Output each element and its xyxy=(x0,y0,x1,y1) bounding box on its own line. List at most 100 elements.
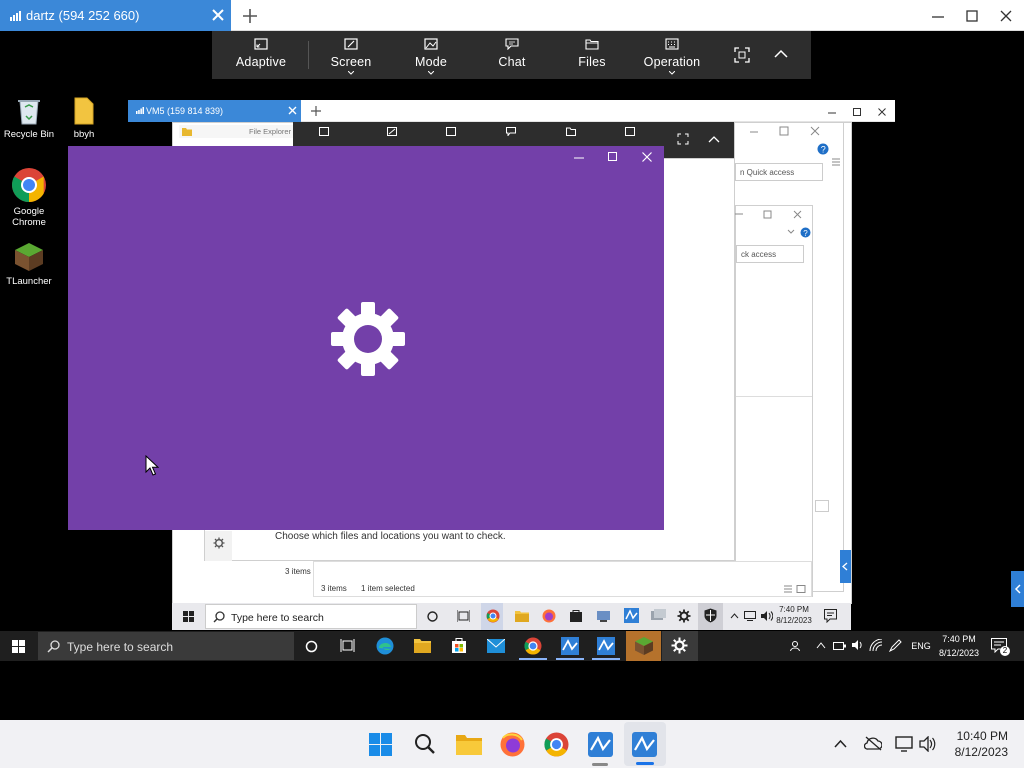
close-icon[interactable] xyxy=(793,210,802,219)
volume-icon[interactable] xyxy=(851,639,864,651)
close-window-icon[interactable] xyxy=(641,151,653,163)
anydesk-icon[interactable] xyxy=(588,732,613,757)
side-panel-handle[interactable] xyxy=(1011,571,1024,607)
close-window-icon[interactable] xyxy=(876,106,888,118)
minimize-icon[interactable] xyxy=(749,127,759,137)
toolbar-chat[interactable]: Chat xyxy=(471,31,553,79)
collapse-toolbar-icon[interactable] xyxy=(708,135,720,143)
toolbar-screen[interactable]: Screen xyxy=(310,31,392,79)
inner-tab-bar: VM5 (159 814 839) xyxy=(128,100,895,122)
chrome-icon[interactable] xyxy=(544,732,569,757)
mail-icon[interactable] xyxy=(487,639,505,653)
menu-icon[interactable] xyxy=(832,158,840,166)
folder-icon xyxy=(182,128,192,136)
tlauncher-icon[interactable] xyxy=(634,636,654,656)
notification-icon[interactable] xyxy=(824,609,837,623)
maximize-icon[interactable] xyxy=(779,126,789,136)
fullscreen-icon[interactable] xyxy=(677,133,689,145)
windows-start-icon[interactable] xyxy=(369,733,392,756)
desktop-icon-tlauncher[interactable]: TLauncher xyxy=(1,241,57,287)
inner-side-handle[interactable] xyxy=(840,550,851,583)
network-icon[interactable] xyxy=(895,736,913,752)
toolbar-operation[interactable]: Operation xyxy=(631,31,713,79)
file-explorer-icon[interactable] xyxy=(515,610,529,622)
chevron-up-icon[interactable] xyxy=(816,642,826,649)
network-icon[interactable] xyxy=(744,611,756,621)
session-tab[interactable]: dartz (594 252 660) xyxy=(0,0,231,31)
settings-icon[interactable] xyxy=(213,537,225,549)
edge-icon[interactable] xyxy=(376,637,394,655)
search-icon[interactable] xyxy=(414,733,436,755)
inner-session-tab[interactable]: VM5 (159 814 839) xyxy=(128,100,301,122)
maximize-icon[interactable] xyxy=(607,151,619,163)
security-shield-icon[interactable] xyxy=(704,608,717,623)
help-icon[interactable]: ? xyxy=(817,143,829,155)
inner-search-box[interactable]: Type here to search xyxy=(205,604,417,629)
volume-icon[interactable] xyxy=(760,610,773,622)
task-view-icon[interactable] xyxy=(457,610,470,622)
anydesk-icon[interactable] xyxy=(597,637,615,655)
windows-window-icon[interactable] xyxy=(651,609,666,622)
store-icon[interactable] xyxy=(451,637,467,654)
battery-icon[interactable] xyxy=(833,641,846,651)
cortana-icon[interactable] xyxy=(427,611,438,622)
cortana-icon[interactable] xyxy=(305,640,318,653)
anydesk-icon[interactable] xyxy=(632,732,657,757)
close-icon[interactable] xyxy=(810,126,820,136)
task-view-icon[interactable] xyxy=(340,639,355,653)
settings-icon[interactable] xyxy=(677,609,691,623)
close-tab-icon[interactable] xyxy=(287,105,298,116)
minimize-icon[interactable] xyxy=(573,152,585,164)
people-icon[interactable] xyxy=(789,640,801,652)
maximize-icon[interactable] xyxy=(962,6,982,26)
minimize-icon[interactable] xyxy=(826,106,838,118)
maximize-icon[interactable] xyxy=(851,106,863,118)
toolbar-files[interactable]: Files xyxy=(551,31,633,79)
store-icon[interactable] xyxy=(569,609,583,623)
help-icon[interactable]: ? xyxy=(800,227,811,238)
network-share-icon[interactable] xyxy=(596,609,611,623)
desktop-icon-google-chrome[interactable]: Google Chrome xyxy=(1,167,57,228)
minimize-icon[interactable] xyxy=(928,6,948,26)
maximize-icon[interactable] xyxy=(763,210,772,219)
new-tab-icon[interactable] xyxy=(310,105,322,117)
chrome-icon xyxy=(12,168,46,202)
cloud-offline-icon[interactable] xyxy=(864,736,882,751)
minimize-icon[interactable] xyxy=(735,210,743,218)
settings-splash-window[interactable] xyxy=(68,146,664,530)
toolbar-mode[interactable]: Mode xyxy=(390,31,472,79)
close-tab-icon[interactable] xyxy=(209,6,227,24)
fullscreen-icon[interactable] xyxy=(734,47,750,63)
chevron-up-icon[interactable] xyxy=(730,613,739,619)
windows-start-icon[interactable] xyxy=(183,611,194,622)
desktop-icon-bbyh[interactable]: bbyh xyxy=(56,96,112,140)
notification-center[interactable]: 2 xyxy=(991,638,1010,656)
explorer-titlebar: File Explorer xyxy=(179,125,293,138)
toolbar-adaptive[interactable]: Adaptive xyxy=(220,31,302,79)
new-tab-icon[interactable] xyxy=(240,6,260,26)
gear-icon xyxy=(331,302,405,376)
view-toggle-icon[interactable] xyxy=(784,585,806,593)
pen-icon[interactable] xyxy=(889,639,902,652)
mid-search-box[interactable]: Type here to search xyxy=(38,632,294,660)
collapse-toolbar-icon[interactable] xyxy=(774,49,788,59)
settings-icon[interactable] xyxy=(671,637,688,654)
language-indicator[interactable]: ENG xyxy=(908,641,934,652)
anydesk-icon[interactable] xyxy=(624,608,639,623)
firefox-icon[interactable] xyxy=(500,732,525,757)
wifi-icon[interactable] xyxy=(869,639,883,652)
volume-icon[interactable] xyxy=(919,736,936,752)
chevron-up-icon[interactable] xyxy=(834,739,847,748)
file-explorer-icon[interactable] xyxy=(414,638,431,653)
file-explorer-icon[interactable] xyxy=(456,734,482,755)
chrome-icon[interactable] xyxy=(486,609,500,623)
screen-icon xyxy=(387,127,397,136)
anydesk-icon[interactable] xyxy=(561,637,579,655)
firefox-icon[interactable] xyxy=(542,609,556,623)
windows-start-icon[interactable] xyxy=(12,640,25,653)
scroll-button[interactable] xyxy=(815,500,829,512)
desktop-icon-recycle-bin[interactable]: Recycle Bin xyxy=(1,94,57,140)
chrome-icon[interactable] xyxy=(524,637,542,655)
close-window-icon[interactable] xyxy=(996,6,1016,26)
chevron-down-icon[interactable] xyxy=(787,229,795,235)
